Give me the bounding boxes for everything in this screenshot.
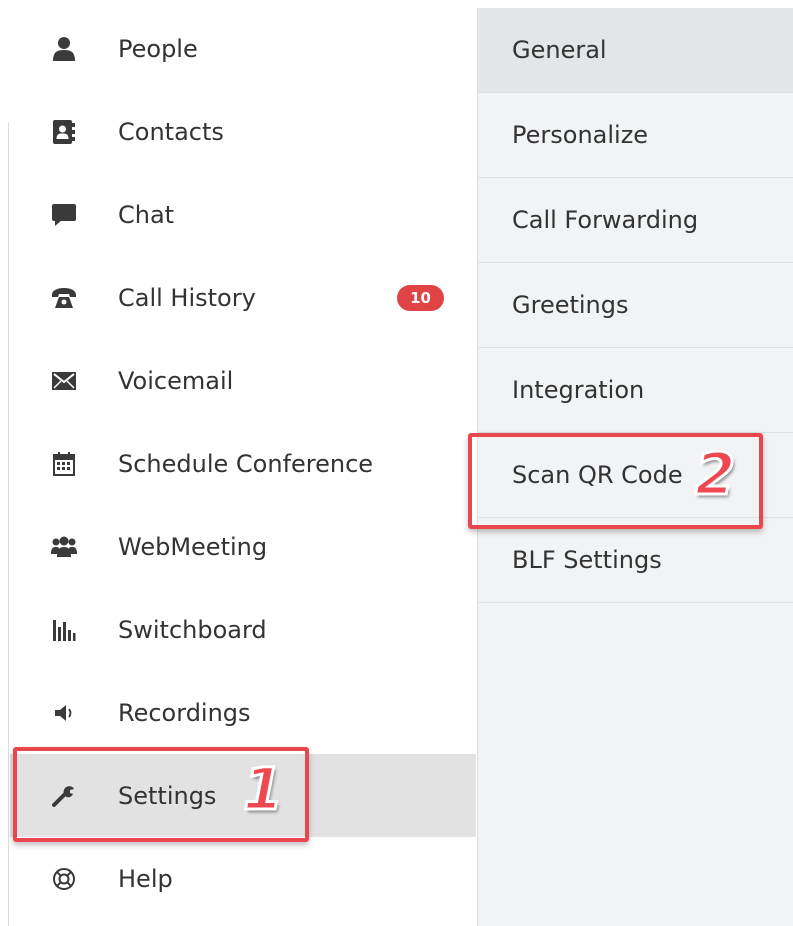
sidebar-item-schedule-conference[interactable]: Schedule Conference <box>10 422 476 505</box>
sidebar-item-label: People <box>118 34 198 63</box>
sidebar-item-recordings[interactable]: Recordings <box>10 671 476 754</box>
contacts-book-icon <box>51 119 77 145</box>
sidebar-item-label: WebMeeting <box>118 532 268 561</box>
settings-menu-item-call-forwarding[interactable]: Call Forwarding <box>478 178 793 263</box>
sidebar-item-people[interactable]: People <box>10 7 476 90</box>
person-icon <box>51 36 77 62</box>
sidebar-item-label: Switchboard <box>118 615 267 644</box>
sidebar-item-label: Contacts <box>118 117 224 146</box>
sidebar-item-webmeeting[interactable]: WebMeeting <box>10 505 476 588</box>
chat-bubble-icon <box>51 202 77 228</box>
settings-menu-item-greetings[interactable]: Greetings <box>478 263 793 348</box>
step-2-label: 2 <box>693 440 736 508</box>
settings-menu-item-blf-settings[interactable]: BLF Settings <box>478 518 793 603</box>
settings-menu-item-general[interactable]: General <box>478 8 793 93</box>
settings-menu-item-integration[interactable]: Integration <box>478 348 793 433</box>
sidebar-item-voicemail[interactable]: Voicemail <box>10 339 476 422</box>
sidebar-item-label: Call History <box>118 283 256 312</box>
step-1-label: 1 <box>241 755 284 823</box>
sidebar-item-label: Chat <box>118 200 175 229</box>
sidebar-item-contacts[interactable]: Contacts <box>10 90 476 173</box>
envelope-icon <box>51 368 77 394</box>
sidebar-item-label: Recordings <box>118 698 251 727</box>
telephone-icon <box>51 285 77 311</box>
sidebar-item-label: Help <box>118 864 173 893</box>
unread-count-badge: 10 <box>397 284 444 311</box>
sidebar-item-chat[interactable]: Chat <box>10 173 476 256</box>
sidebar-item-label: Voicemail <box>118 366 234 395</box>
group-icon <box>51 534 77 560</box>
sidebar-item-help[interactable]: Help <box>10 837 476 920</box>
lifebuoy-icon <box>51 866 77 892</box>
switchboard-bars-icon <box>51 617 77 643</box>
sidebar-item-switchboard[interactable]: Switchboard <box>10 588 476 671</box>
sidebar-item-call-history[interactable]: Call History 10 <box>10 256 476 339</box>
settings-menu-item-personalize[interactable]: Personalize <box>478 93 793 178</box>
speaker-icon <box>51 700 77 726</box>
calendar-icon <box>51 451 77 477</box>
sidebar-item-label: Schedule Conference <box>118 449 374 478</box>
